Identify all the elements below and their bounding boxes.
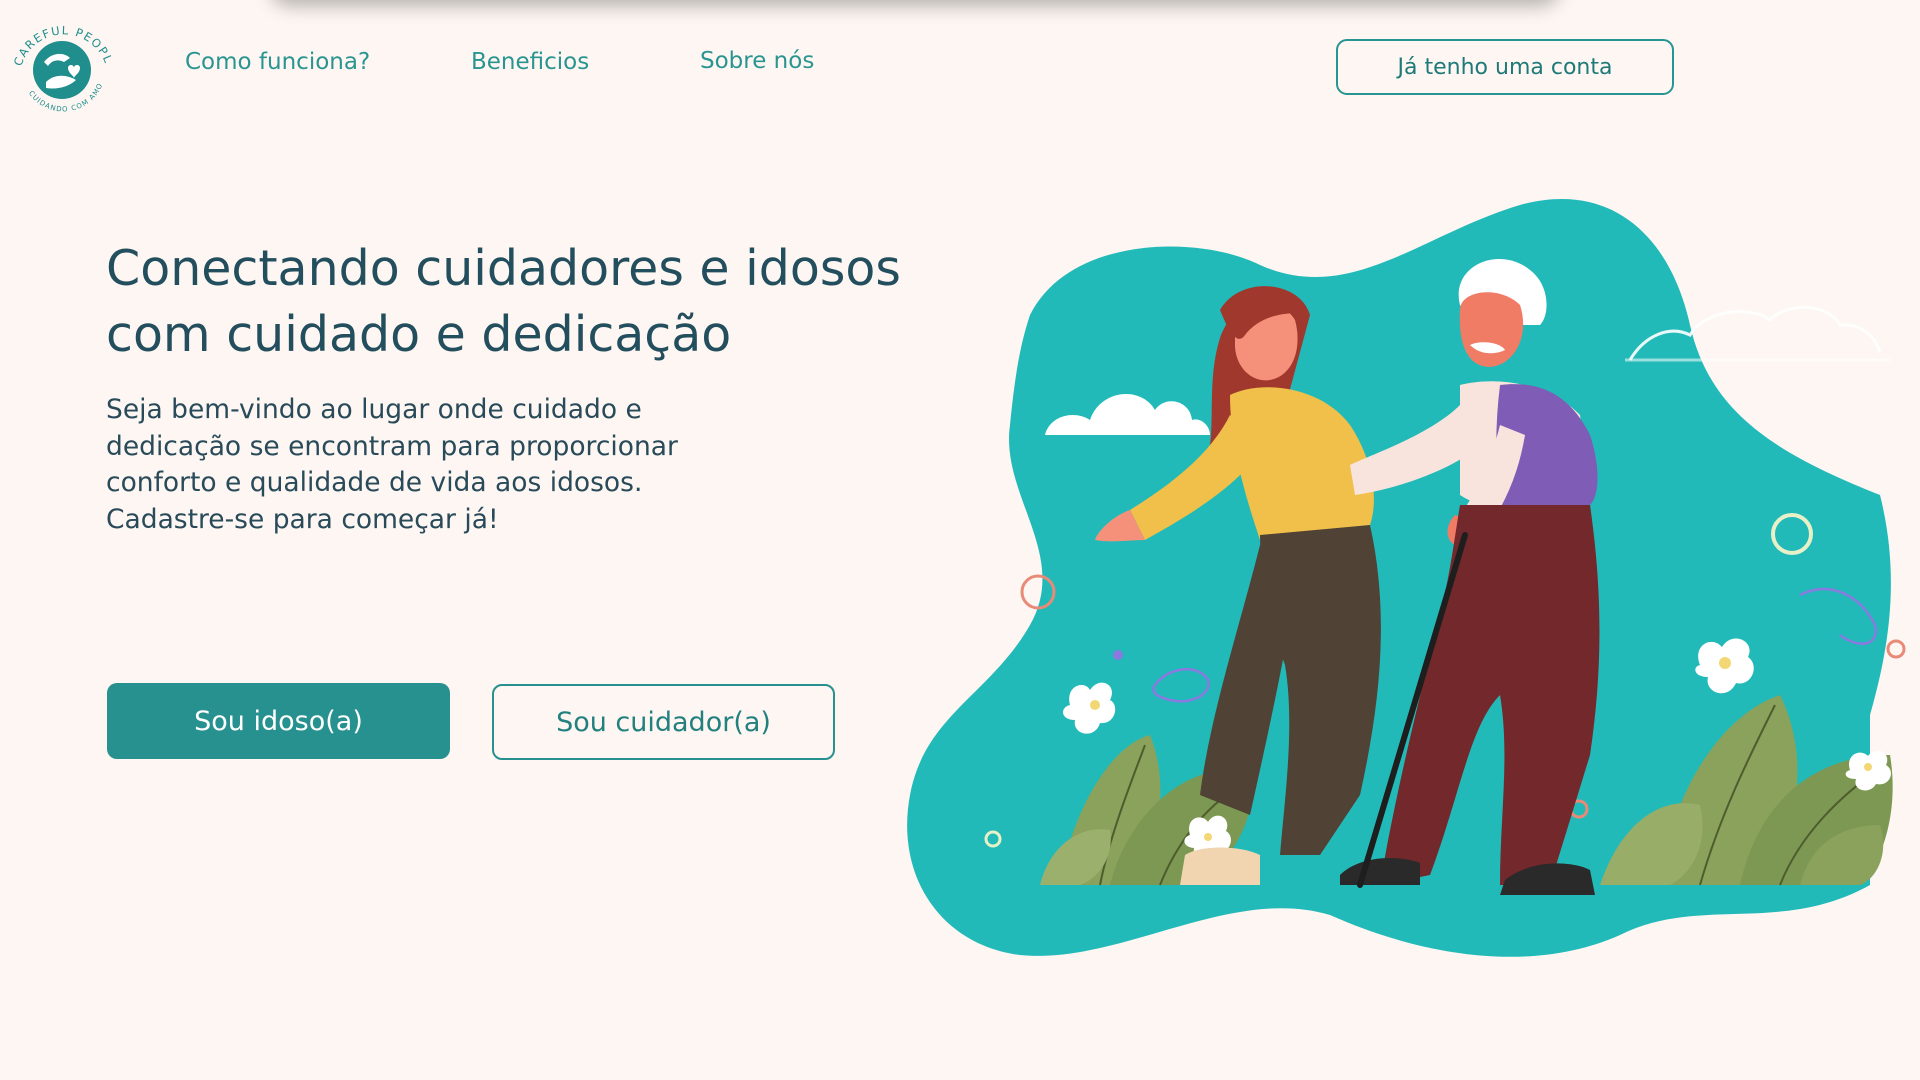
hands-heart-icon	[33, 41, 91, 99]
login-button[interactable]: Já tenho uma conta	[1336, 39, 1674, 95]
logo[interactable]: CAREFUL PEOPLE CUIDANDO COM AMOR	[2, 1, 118, 124]
elderly-signup-button[interactable]: Sou idoso(a)	[107, 683, 450, 759]
hero-title: Conectando cuidadores e idosos com cuida…	[106, 240, 901, 363]
caregiver-signup-button[interactable]: Sou cuidador(a)	[492, 684, 835, 760]
decor-dot	[1113, 650, 1123, 660]
nav-link-beneficios[interactable]: Beneficios	[471, 49, 589, 75]
hero-description: Seja bem-vindo ao lugar onde cuidado e d…	[106, 394, 678, 535]
landing-page: CAREFUL PEOPLE CUIDANDO COM AMOR Como fu…	[0, 0, 1920, 1080]
hero-illustration	[907, 198, 1906, 957]
nav-link-como-funciona[interactable]: Como funciona?	[185, 49, 370, 75]
decor-circle	[1886, 639, 1906, 659]
nav-link-sobre-nos[interactable]: Sobre nós	[700, 48, 814, 74]
